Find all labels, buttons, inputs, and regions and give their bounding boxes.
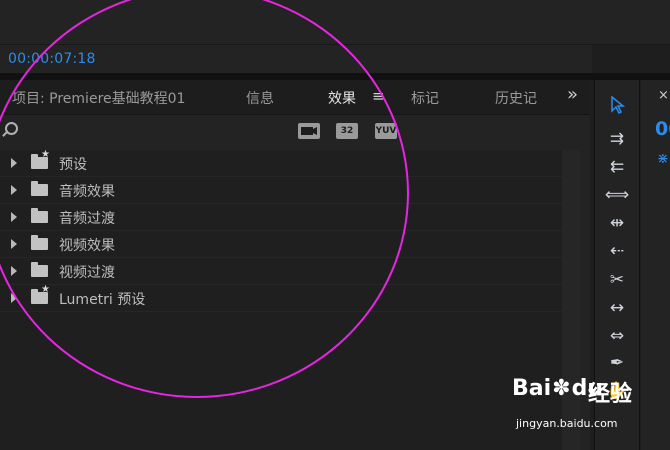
slip-icon[interactable]: ↔: [601, 295, 633, 321]
ripple-edit-icon[interactable]: ⟺: [601, 182, 633, 208]
razor-icon[interactable]: ✂: [601, 267, 633, 293]
program-timecode[interactable]: 00: [655, 118, 670, 140]
tab-markers[interactable]: 标记: [411, 88, 439, 108]
overflow-tabs-icon[interactable]: »: [567, 84, 578, 105]
rate-stretch-icon[interactable]: ⇠: [601, 238, 633, 264]
slide-icon[interactable]: ⇔: [601, 323, 633, 349]
selection-tool-icon[interactable]: [601, 95, 633, 122]
tab-history[interactable]: 历史记: [495, 88, 537, 108]
track-select-forward-icon[interactable]: ⇉: [601, 126, 633, 152]
vertical-scrollbar[interactable]: [562, 150, 580, 450]
snap-icon[interactable]: ⋇: [657, 151, 669, 167]
watermark-product: 经验: [588, 382, 633, 407]
paw-icon: ✽: [552, 376, 571, 401]
close-icon[interactable]: ×: [658, 88, 669, 103]
program-monitor-panel: × 00 ⋇: [641, 80, 670, 450]
rolling-edit-icon[interactable]: ⇹: [601, 210, 633, 236]
pen-icon[interactable]: ✒: [601, 350, 633, 376]
watermark-url: jingyan.baidu.com: [516, 417, 618, 430]
track-select-backward-icon[interactable]: ⇇: [601, 154, 633, 180]
